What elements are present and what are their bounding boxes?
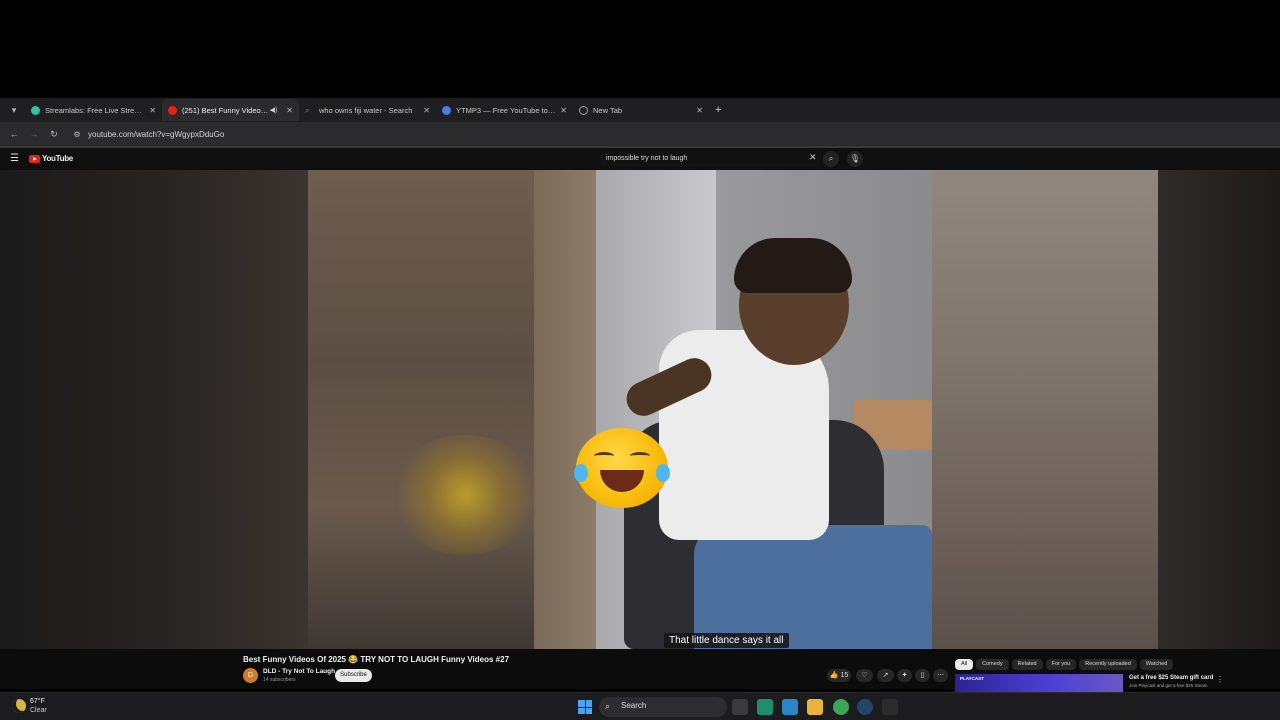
ad-more-icon[interactable]: ⋮ bbox=[1216, 675, 1224, 684]
ad-title[interactable]: Get a free $25 Steam gift card bbox=[1129, 675, 1213, 681]
video-caption: That little dance says it all bbox=[664, 633, 789, 648]
blurred-background-left bbox=[308, 170, 534, 649]
video-title: Best Funny Videos Of 2025 😂 TRY NOT TO L… bbox=[243, 655, 510, 664]
close-tab-icon[interactable]: ✕ bbox=[286, 106, 293, 115]
blurred-background-left bbox=[0, 170, 308, 649]
new-tab-button[interactable]: + bbox=[715, 104, 721, 116]
person-jeans bbox=[694, 525, 932, 649]
steam-icon[interactable] bbox=[857, 699, 873, 715]
weather-condition[interactable]: Clear bbox=[30, 707, 47, 714]
tab-search-menu-icon[interactable]: ▾ bbox=[3, 99, 25, 121]
like-button[interactable]: 👍 15 bbox=[827, 669, 851, 682]
ad-thumbnail-label: PLAYCAST bbox=[960, 676, 984, 681]
tab-strip: ▾ Streamlabs: Free Live Streaming ✕ (251… bbox=[0, 98, 1280, 122]
share-icon: ↗ bbox=[882, 672, 889, 679]
close-tab-icon[interactable]: ✕ bbox=[423, 106, 430, 115]
obs-icon[interactable] bbox=[882, 699, 898, 715]
channel-name[interactable]: DLD - Try Not To Laugh bbox=[263, 668, 335, 675]
blurred-background-right bbox=[1158, 170, 1280, 649]
taskbar-search[interactable] bbox=[599, 697, 727, 717]
ad-description: Join Playcast and get a free $25 Steam bbox=[1129, 683, 1208, 688]
thumbs-down-icon: ♡ bbox=[861, 672, 868, 679]
close-tab-icon[interactable]: ✕ bbox=[696, 106, 703, 115]
laughing-emoji-icon bbox=[574, 428, 670, 508]
dislike-button[interactable]: ♡ bbox=[856, 669, 873, 682]
chrome-icon[interactable] bbox=[833, 699, 849, 715]
close-tab-icon[interactable]: ✕ bbox=[560, 106, 567, 115]
chip-watched[interactable]: Watched bbox=[1139, 659, 1174, 670]
youtube-play-icon bbox=[29, 154, 40, 163]
tab-search[interactable]: ⌕ who owns fiji water - Search ✕ bbox=[299, 99, 436, 121]
chip-related[interactable]: Related bbox=[1011, 659, 1043, 670]
microphone-icon[interactable]: 🎙 bbox=[847, 151, 863, 167]
moon-weather-icon[interactable] bbox=[12, 699, 26, 713]
ytmp3-favicon-icon bbox=[442, 105, 451, 115]
search-input[interactable]: impossible try not to laugh bbox=[600, 151, 822, 167]
clear-search-icon[interactable]: ✕ bbox=[809, 152, 817, 163]
browser-toolbar: ← → ↻ ⚙ youtube.com/watch?v=gWgypxDduGo bbox=[0, 122, 1280, 146]
more-icon: ⋯ bbox=[937, 672, 944, 679]
bookmark-icon: ▯ bbox=[920, 672, 925, 679]
search-icon[interactable]: ⌕ bbox=[823, 151, 839, 167]
reload-icon[interactable]: ↻ bbox=[44, 129, 64, 140]
chip-for-you[interactable]: For you bbox=[1045, 659, 1077, 670]
task-view-icon[interactable] bbox=[732, 699, 748, 715]
windows-start-icon[interactable] bbox=[578, 700, 592, 714]
subscriber-count: 14 subscribers bbox=[263, 677, 296, 683]
related-chips: All Comedy Related For you Recently uplo… bbox=[955, 659, 1176, 670]
audio-playing-icon[interactable]: ◀) bbox=[270, 106, 278, 114]
streamlabs-favicon-icon bbox=[31, 105, 40, 115]
blurred-background-right bbox=[932, 170, 1158, 649]
youtube-header: ☰ YouTube impossible try not to laugh ✕ … bbox=[0, 148, 1280, 170]
tab-title: YTMP3 — Free YouTube to MP3 bbox=[456, 105, 557, 115]
ask-button[interactable]: ✦ bbox=[897, 669, 912, 682]
tab-title: who owns fiji water - Search bbox=[319, 105, 413, 115]
hamburger-menu-icon[interactable]: ☰ bbox=[10, 153, 19, 164]
search-favicon-icon: ⌕ bbox=[305, 105, 310, 115]
sparkle-icon: ✦ bbox=[901, 672, 908, 679]
thumbs-up-icon: 👍 bbox=[829, 672, 839, 679]
green-app-icon[interactable] bbox=[757, 699, 773, 715]
share-button[interactable]: ↗ bbox=[877, 669, 894, 682]
more-actions-button[interactable]: ⋯ bbox=[933, 669, 948, 682]
subscribe-button[interactable]: Subscribe bbox=[335, 669, 372, 682]
site-info-icon[interactable]: ⚙ bbox=[68, 130, 86, 139]
tab-ytmp3[interactable]: YTMP3 — Free YouTube to MP3 ✕ bbox=[436, 99, 573, 121]
youtube-favicon-icon bbox=[168, 105, 177, 115]
weather-temperature[interactable]: 67°F bbox=[30, 698, 45, 705]
close-tab-icon[interactable]: ✕ bbox=[149, 106, 156, 115]
video-frame bbox=[534, 170, 932, 649]
tab-title: Streamlabs: Free Live Streaming bbox=[45, 105, 146, 115]
person-hair bbox=[734, 238, 852, 293]
chrome-favicon-icon bbox=[579, 105, 588, 115]
search-icon: ⌕ bbox=[605, 701, 611, 711]
youtube-logo[interactable]: YouTube bbox=[29, 154, 73, 163]
forward-arrow-icon[interactable]: → bbox=[24, 129, 44, 139]
youtube-logo-text: YouTube bbox=[42, 154, 73, 163]
back-arrow-icon[interactable]: ← bbox=[4, 129, 24, 139]
blurred-emoji-glow bbox=[390, 435, 540, 555]
avatar[interactable]: D bbox=[243, 668, 258, 683]
tab-new-tab[interactable]: New Tab ✕ bbox=[573, 99, 709, 121]
like-count: 15 bbox=[840, 672, 849, 679]
save-button[interactable]: ▯ bbox=[915, 669, 930, 682]
edge-icon[interactable] bbox=[782, 699, 798, 715]
tab-title: (251) Best Funny Videos Of bbox=[182, 105, 270, 115]
chip-all[interactable]: All bbox=[955, 659, 974, 670]
file-explorer-icon[interactable] bbox=[807, 699, 823, 715]
tab-youtube[interactable]: (251) Best Funny Videos Of ◀) ✕ bbox=[162, 99, 299, 121]
video-player[interactable]: That little dance says it all bbox=[0, 170, 1280, 649]
address-bar[interactable]: youtube.com/watch?v=gWgypxDduGo bbox=[88, 130, 224, 139]
taskbar: 67°F Clear ⌕ Search bbox=[0, 692, 1280, 720]
tab-title: New Tab bbox=[593, 105, 623, 115]
taskbar-search-label: Search bbox=[621, 701, 647, 710]
chip-comedy[interactable]: Comedy bbox=[976, 659, 1009, 670]
chip-recently-uploaded[interactable]: Recently uploaded bbox=[1079, 659, 1137, 670]
letterbox-top bbox=[0, 0, 1280, 98]
tab-streamlabs[interactable]: Streamlabs: Free Live Streaming ✕ bbox=[25, 99, 162, 121]
